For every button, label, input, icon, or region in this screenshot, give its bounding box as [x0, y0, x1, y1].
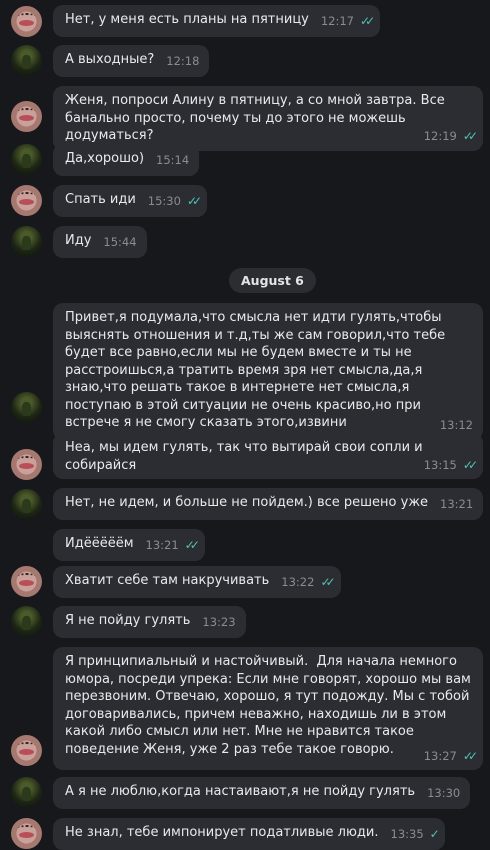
message-text: Идёёёёём [65, 536, 134, 551]
avatar[interactable] [11, 101, 42, 132]
message-bubble[interactable]: Идёёёёём 13:21 ✓✓ [53, 529, 205, 561]
message-bubble[interactable]: Нет, не идем, и больше не пойдем.) все р… [53, 488, 484, 520]
message-bubble[interactable]: Не знал, тебе импонирует податливые люди… [53, 818, 445, 850]
message-time: 13:27 ✓✓ [423, 748, 478, 763]
message-time: 13:30 [427, 786, 461, 800]
double-check-icon: ✓✓ [186, 194, 202, 208]
message-text: Привет,я подумала,что смысла нет идти гу… [65, 310, 450, 430]
avatar[interactable] [11, 449, 42, 480]
message-bubble[interactable]: А выходные? 12:18 [53, 45, 210, 77]
message-bubble[interactable]: Хватит себе там накручивать 13:22 ✓✓ [53, 566, 341, 598]
message-time: 12:17 ✓✓ [320, 14, 375, 28]
date-separator: August 6 [229, 268, 316, 293]
message-text: Спать иди [65, 192, 136, 207]
double-check-icon: ✓✓ [184, 538, 200, 552]
message-text: А выходные? [65, 52, 155, 67]
avatar[interactable] [11, 777, 42, 808]
avatar[interactable] [11, 185, 42, 216]
message-time: 15:44 [103, 235, 137, 249]
check-icon: ✓ [429, 827, 440, 841]
message-text: Я не пойду гулять [65, 613, 191, 628]
message-bubble[interactable]: Спать иди 15:30 ✓✓ [53, 185, 208, 217]
double-check-icon: ✓✓ [360, 14, 375, 28]
message-time: 15:30 ✓✓ [147, 194, 202, 208]
message-bubble[interactable]: Иду 15:44 [53, 226, 147, 258]
avatar[interactable] [11, 735, 42, 766]
avatar[interactable] [11, 6, 42, 37]
message-time: 13:21 [440, 497, 474, 511]
message-bubble[interactable]: Привет,я подумала,что смысла нет идти гу… [53, 303, 483, 440]
avatar[interactable] [11, 392, 42, 423]
avatar[interactable] [11, 489, 42, 520]
avatar[interactable] [11, 45, 42, 76]
double-check-icon: ✓✓ [462, 457, 478, 472]
message-bubble[interactable]: Я не пойду гулять 13:23 [53, 606, 246, 638]
message-text: Не знал, тебе импонирует податливые люди… [65, 825, 379, 840]
avatar[interactable] [11, 606, 42, 637]
message-text: А я не люблю,когда настаивают,я не пойду… [65, 784, 416, 799]
message-time: 13:12 [439, 418, 473, 432]
message-bubble[interactable]: Нет, у меня есть планы на пятницу 12:17 ✓✓ [53, 5, 381, 37]
message-bubble[interactable]: Да,хорошо) 15:14 [53, 144, 200, 176]
avatar[interactable] [11, 144, 42, 175]
message-bubble[interactable]: Я принципиальный и настойчивый. Для нача… [53, 647, 483, 770]
message-time: 13:23 [202, 615, 236, 629]
avatar[interactable] [11, 566, 42, 597]
message-text: Неа, мы идем гулять, так что вытирай сво… [65, 440, 427, 473]
message-bubble[interactable]: Неа, мы идем гулять, так что вытирай сво… [53, 433, 483, 479]
message-time: 13:15 ✓✓ [423, 457, 478, 472]
double-check-icon: ✓✓ [320, 575, 335, 589]
avatar[interactable] [11, 226, 42, 257]
message-time: 12:18 [166, 54, 200, 68]
message-time: 13:21 ✓✓ [145, 538, 200, 552]
message-text: Хватит себе там накручивать [65, 573, 270, 588]
message-text: Женя, попроси Алину в пятницу, а со мной… [65, 93, 449, 143]
avatar[interactable] [11, 818, 42, 849]
message-time: 13:35 ✓ [390, 827, 440, 841]
double-check-icon: ✓✓ [462, 748, 478, 763]
message-text: Да,хорошо) [65, 151, 145, 166]
message-text: Нет, не идем, и больше не пойдем.) все р… [65, 495, 429, 510]
message-bubble[interactable]: Женя, попроси Алину в пятницу, а со мной… [53, 86, 483, 151]
message-bubble[interactable]: А я не люблю,когда настаивают,я не пойду… [53, 777, 471, 809]
message-time: 12:19 ✓✓ [423, 129, 478, 143]
message-time: 15:14 [156, 153, 190, 167]
double-check-icon: ✓✓ [462, 129, 478, 143]
message-text: Иду [65, 233, 92, 248]
message-text: Я принципиальный и настойчивый. Для нача… [65, 654, 475, 757]
chat-history: Нет, у меня есть планы на пятницу 12:17 ✓✓… [0, 0, 490, 850]
message-time: 13:22 ✓✓ [281, 575, 335, 589]
message-text: Нет, у меня есть планы на пятницу [65, 12, 309, 27]
